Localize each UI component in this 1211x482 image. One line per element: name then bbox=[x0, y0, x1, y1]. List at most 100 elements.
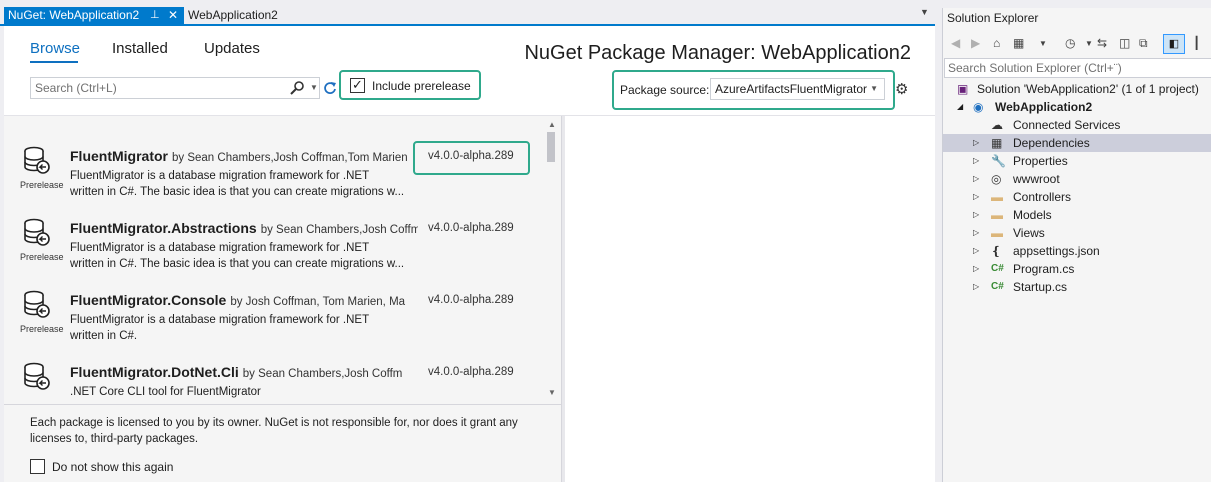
package-database-icon bbox=[24, 290, 50, 318]
solution-icon: ▣ bbox=[957, 82, 969, 96]
tree-item-program[interactable]: ▷ C# Program.cs bbox=[943, 260, 1211, 278]
tree-item-solution[interactable]: ▣ Solution 'WebApplication2' (1 of 1 pro… bbox=[943, 80, 1211, 98]
package-authors: by Sean Chambers,Josh Coffman,Tom Marien bbox=[172, 152, 408, 164]
collapsed-arrow-icon[interactable]: ▷ bbox=[973, 188, 979, 206]
list-item[interactable]: FluentMigrator.DotNet.Cli by Sean Chamber… bbox=[4, 362, 542, 404]
package-name: FluentMigrator.Console bbox=[70, 292, 227, 308]
tab-browse[interactable]: Browse bbox=[30, 40, 80, 57]
list-item[interactable]: Prerelease FluentMigrator.Console by Josh… bbox=[4, 290, 542, 362]
collapsed-arrow-icon[interactable]: ▷ bbox=[973, 224, 979, 242]
tree-item-controllers[interactable]: ▷ ▬ Controllers bbox=[943, 188, 1211, 206]
collapsed-arrow-icon[interactable]: ▷ bbox=[973, 260, 979, 278]
tree-item-models[interactable]: ▷ ▬ Models bbox=[943, 206, 1211, 224]
tree-item-label: WebApplication2 bbox=[995, 100, 1093, 114]
package-version: v4.0.0-alpha.289 bbox=[428, 222, 514, 234]
collapse-all-icon[interactable]: ◫ bbox=[1119, 36, 1130, 50]
do-not-show-again-label[interactable]: Do not show this again bbox=[52, 460, 173, 474]
tree-item-connected-services[interactable]: ☁ Connected Services bbox=[943, 116, 1211, 134]
close-icon[interactable]: ✕ bbox=[168, 7, 178, 24]
package-details-pane bbox=[565, 116, 935, 482]
collapsed-arrow-icon[interactable]: ▷ bbox=[973, 242, 979, 260]
search-icon[interactable] bbox=[289, 80, 305, 96]
package-header: FluentMigrator.DotNet.Cli by Sean Chamber… bbox=[70, 364, 418, 380]
chevron-down-icon[interactable]: ▼ bbox=[310, 83, 318, 92]
switch-views-icon[interactable]: ▦ bbox=[1013, 36, 1024, 50]
package-source-value: AzureArtifactsFluentMigrator bbox=[715, 82, 868, 96]
pending-changes-filter-icon[interactable]: ◷ bbox=[1065, 36, 1075, 50]
tree-item-label: Models bbox=[1013, 208, 1052, 222]
license-text: Each package is licensed to you by its o… bbox=[30, 417, 518, 445]
home-icon[interactable]: ⌂ bbox=[993, 36, 1000, 50]
back-icon[interactable]: ◀ bbox=[951, 36, 960, 50]
solution-explorer-title: Solution Explorer bbox=[947, 11, 1039, 25]
gear-icon[interactable]: ⚙ bbox=[895, 80, 908, 98]
tab-installed[interactable]: Installed bbox=[112, 40, 168, 57]
collapsed-arrow-icon[interactable]: ▷ bbox=[973, 170, 979, 188]
connected-services-icon: ☁ bbox=[991, 118, 1003, 132]
solution-explorer: Solution Explorer ◀ ▶ ⌂ ▦ ▼ ◷ ▼ ⇆ ◫ ⧉ ◧ … bbox=[942, 8, 1211, 482]
show-all-files-icon[interactable]: ⧉ bbox=[1139, 36, 1148, 51]
search-input[interactable] bbox=[31, 78, 281, 98]
folder-icon: ▬ bbox=[991, 226, 1003, 240]
package-authors: by Sean Chambers,Josh Coffman bbox=[260, 224, 418, 236]
active-tab-underline bbox=[30, 61, 78, 63]
list-item[interactable]: Prerelease FluentMigrator.Abstractions by… bbox=[4, 218, 542, 290]
chevron-down-icon[interactable]: ▼ bbox=[1039, 39, 1047, 48]
include-prerelease-highlight: Include prerelease bbox=[339, 70, 481, 100]
toolbar-separator: ┃ bbox=[1193, 36, 1201, 50]
json-file-icon: ❴ bbox=[991, 244, 1002, 258]
tree-item-label: Startup.cs bbox=[1013, 280, 1068, 294]
package-version: v4.0.0-alpha.289 bbox=[428, 294, 514, 306]
package-name: FluentMigrator bbox=[70, 148, 168, 164]
refresh-icon[interactable] bbox=[323, 81, 337, 95]
scroll-down-icon[interactable]: ▼ bbox=[548, 388, 556, 397]
package-database-icon bbox=[24, 146, 50, 174]
package-description-line: FluentMigrator is a database migration f… bbox=[70, 314, 370, 326]
collapsed-arrow-icon[interactable]: ▷ bbox=[973, 206, 979, 224]
tree-item-appsettings[interactable]: ▷ ❴ appsettings.json bbox=[943, 242, 1211, 260]
collapsed-arrow-icon[interactable]: ▷ bbox=[973, 278, 979, 296]
tree-item-properties[interactable]: ▷ 🔧 Properties bbox=[943, 152, 1211, 170]
tree-item-label: Properties bbox=[1013, 154, 1068, 168]
prerelease-badge: Prerelease bbox=[20, 180, 64, 190]
forward-icon[interactable]: ▶ bbox=[971, 36, 980, 50]
solution-explorer-search-input[interactable] bbox=[945, 59, 1211, 77]
package-description: .NET Core CLI tool for FluentMigrator bbox=[70, 384, 420, 400]
tree-item-views[interactable]: ▷ ▬ Views bbox=[943, 224, 1211, 242]
include-prerelease-checkbox[interactable] bbox=[350, 77, 365, 93]
preview-selected-items-icon[interactable]: ◧ bbox=[1163, 34, 1185, 54]
package-source-highlight: Package source: AzureArtifactsFluentMigr… bbox=[612, 70, 895, 110]
tree-item-label: Connected Services bbox=[1013, 118, 1121, 132]
tab-webapplication2[interactable]: WebApplication2 bbox=[188, 7, 278, 24]
tree-item-project[interactable]: ◢ ◉ WebApplication2 bbox=[943, 98, 1211, 116]
collapsed-arrow-icon[interactable]: ▷ bbox=[973, 134, 979, 152]
tree-item-label: Controllers bbox=[1013, 190, 1072, 204]
include-prerelease-label[interactable]: Include prerelease bbox=[372, 79, 471, 93]
chevron-down-icon[interactable]: ▼ bbox=[920, 7, 929, 17]
pin-icon[interactable]: ⊥ bbox=[150, 7, 160, 24]
expanded-arrow-icon[interactable]: ◢ bbox=[957, 98, 963, 116]
solution-explorer-toolbar: ◀ ▶ ⌂ ▦ ▼ ◷ ▼ ⇆ ◫ ⧉ ◧ ┃ bbox=[943, 32, 1211, 58]
tree-item-label: Program.cs bbox=[1013, 262, 1075, 276]
tree-item-dependencies[interactable]: ▷ ▦ Dependencies bbox=[943, 134, 1211, 152]
package-description-line: FluentMigrator is a database migration f… bbox=[70, 170, 370, 182]
package-list-scrollbar[interactable]: ▲ ▼ bbox=[542, 116, 561, 404]
package-description-line: FluentMigrator is a database migration f… bbox=[70, 242, 370, 254]
tab-nuget-webapplication2[interactable]: NuGet: WebApplication2 ⊥ ✕ bbox=[4, 7, 184, 24]
collapsed-arrow-icon[interactable]: ▷ bbox=[973, 152, 979, 170]
tab-updates[interactable]: Updates bbox=[204, 40, 260, 57]
version-highlight bbox=[413, 141, 530, 175]
chevron-down-icon[interactable]: ▼ bbox=[1085, 39, 1093, 48]
scrollbar-thumb[interactable] bbox=[547, 132, 555, 162]
package-name: FluentMigrator.DotNet.Cli bbox=[70, 364, 239, 380]
package-description-line: written in C#. The basic idea is that yo… bbox=[70, 186, 405, 198]
scroll-up-icon[interactable]: ▲ bbox=[548, 120, 556, 129]
sync-icon[interactable]: ⇆ bbox=[1097, 36, 1107, 50]
tree-item-wwwroot[interactable]: ▷ ◎ wwwroot bbox=[943, 170, 1211, 188]
globe-icon: ◎ bbox=[991, 172, 1002, 186]
csharp-file-icon: C# bbox=[991, 263, 1004, 274]
do-not-show-again-checkbox[interactable] bbox=[30, 459, 45, 474]
package-source-select[interactable]: AzureArtifactsFluentMigrator ▼ bbox=[710, 78, 885, 100]
tree-item-startup[interactable]: ▷ C# Startup.cs bbox=[943, 278, 1211, 296]
package-header: FluentMigrator.Abstractions by Sean Chamb… bbox=[70, 220, 418, 236]
